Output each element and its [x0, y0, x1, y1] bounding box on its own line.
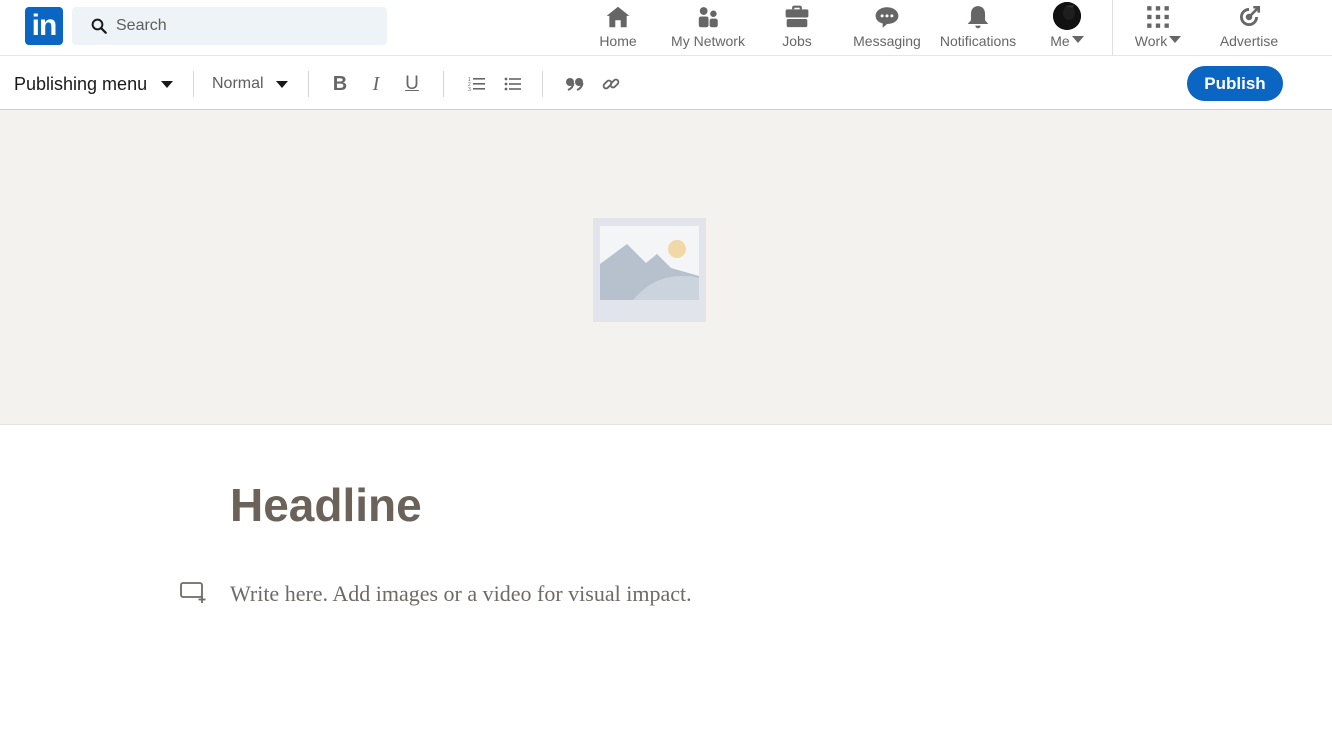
nav-home-label: Home: [599, 33, 637, 49]
bulleted-list-button[interactable]: [499, 70, 527, 98]
caret-down-icon: [275, 80, 288, 88]
article-body-input[interactable]: Write here. Add images or a video for vi…: [230, 581, 692, 607]
quote-button[interactable]: [561, 70, 589, 98]
publishing-menu[interactable]: Publishing menu: [14, 71, 174, 97]
network-icon: [698, 7, 718, 28]
bulleted-list-icon: [504, 77, 521, 91]
nav-jobs[interactable]: Jobs: [772, 0, 822, 56]
italic-icon: I: [372, 72, 380, 95]
nav-me-text: Me: [1050, 33, 1070, 49]
italic-button[interactable]: I: [362, 70, 390, 98]
nav-work[interactable]: Work: [1130, 0, 1186, 56]
toolbar-separator: [308, 71, 309, 97]
toolbar-separator: [443, 71, 444, 97]
chevron-down-icon: [1071, 36, 1084, 43]
chevron-down-icon: [1169, 36, 1182, 43]
briefcase-icon: [785, 5, 809, 28]
nav-me-label: Me: [1044, 33, 1090, 49]
text-style-value: Normal: [212, 75, 264, 92]
cover-image-dropzone[interactable]: [0, 111, 1332, 425]
numbered-list-button[interactable]: 1 2 3: [463, 70, 491, 98]
nav-my-network-label: My Network: [671, 33, 745, 49]
add-media-button[interactable]: [180, 580, 208, 604]
underline-button[interactable]: U: [398, 70, 426, 98]
avatar-image: [1053, 2, 1081, 30]
add-media-icon: [180, 582, 206, 603]
nav-advertise[interactable]: Advertise: [1214, 0, 1284, 56]
nav-me[interactable]: Me: [1044, 0, 1090, 56]
link-icon: [602, 78, 620, 90]
advertise-icon: [1240, 5, 1261, 26]
image-placeholder-icon: [593, 218, 706, 322]
nav-work-text: Work: [1134, 33, 1168, 49]
quote-icon: [566, 78, 584, 91]
nav-jobs-label: Jobs: [782, 33, 812, 49]
nav-work-label: Work: [1130, 33, 1186, 49]
publish-button[interactable]: Publish: [1187, 66, 1283, 101]
numbered-list-icon: 1 2 3: [468, 77, 485, 92]
toolbar-separator: [542, 71, 543, 97]
linkedin-logo[interactable]: in: [25, 7, 63, 45]
editor-toolbar: Publishing menu Normal B I U 1 2 3 Publi…: [0, 57, 1332, 110]
bell-icon: [967, 6, 989, 29]
nav-notifications-label: Notifications: [939, 33, 1017, 49]
underline-icon: U: [405, 73, 419, 94]
home-icon: [606, 6, 630, 28]
headline-input[interactable]: Headline: [230, 478, 422, 532]
svg-text:3: 3: [468, 87, 471, 92]
search-box[interactable]: [72, 7, 387, 45]
publishing-menu-label: Publishing menu: [14, 73, 148, 94]
nav-advertise-label: Advertise: [1219, 33, 1279, 49]
text-style-select[interactable]: Normal: [212, 71, 288, 97]
search-input[interactable]: [116, 7, 376, 45]
avatar: [1053, 2, 1081, 30]
nav-home[interactable]: Home: [592, 0, 644, 56]
nav-messaging-label: Messaging: [853, 33, 921, 49]
grid-icon: [1147, 6, 1169, 28]
bold-icon: B: [332, 72, 348, 95]
nav-messaging[interactable]: Messaging: [852, 0, 922, 56]
toolbar-separator: [193, 71, 194, 97]
search-icon: [91, 18, 107, 34]
nav-my-network[interactable]: My Network: [668, 0, 748, 56]
link-button[interactable]: [597, 70, 625, 98]
caret-down-icon: [161, 80, 174, 88]
nav-notifications[interactable]: Notifications: [936, 0, 1020, 56]
nav-divider: [1112, 0, 1113, 56]
top-nav: in Home My Network Jobs: [0, 0, 1332, 56]
messaging-icon: [875, 7, 899, 28]
bold-button[interactable]: B: [326, 70, 354, 98]
